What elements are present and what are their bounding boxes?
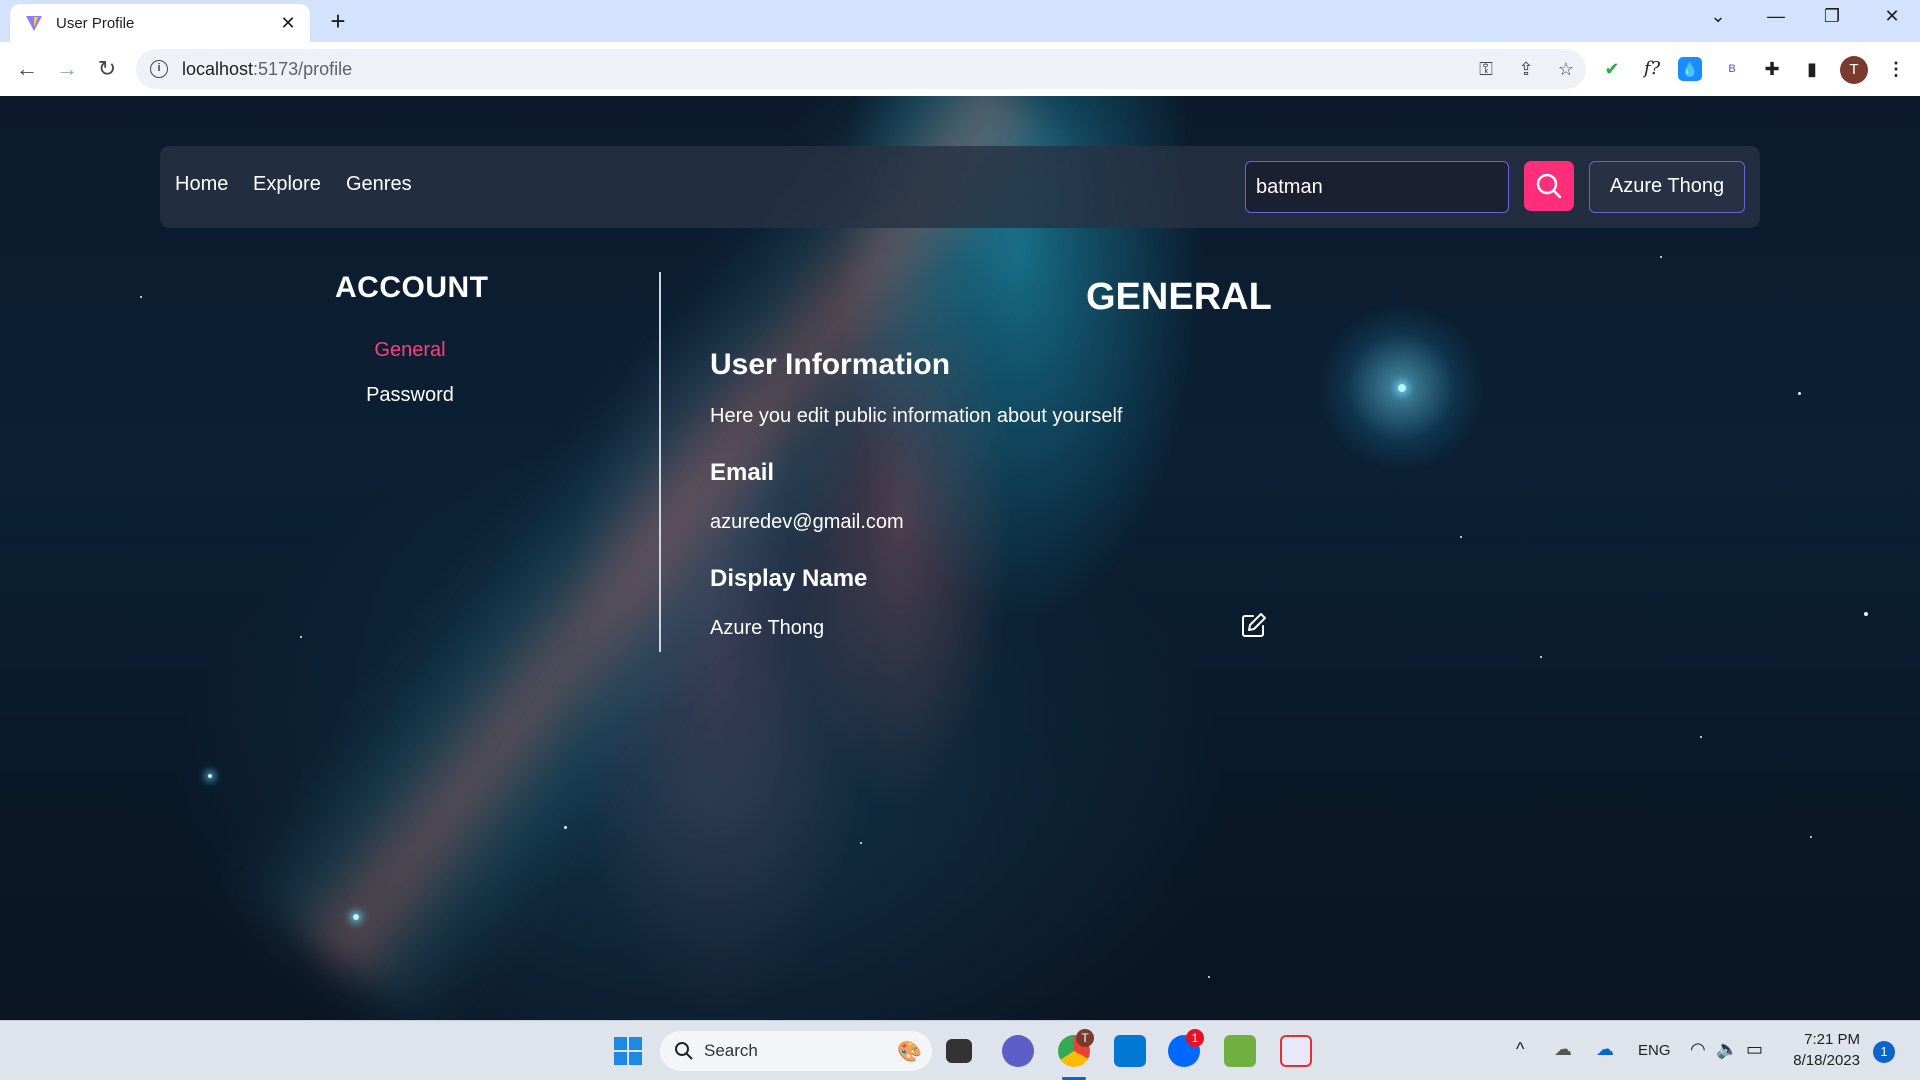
browser-toolbar: ← → ↻ i localhost:5173/profile ⚿ ⇪ ☆ ✔ f…: [0, 42, 1920, 96]
taskbar-search[interactable]: Search 🎨: [660, 1031, 932, 1071]
taskbar-search-label: Search: [704, 1041, 758, 1060]
show-hidden-icons-chevron-icon[interactable]: ^: [1516, 1039, 1524, 1060]
extensions-puzzle-icon[interactable]: ✚: [1758, 55, 1786, 83]
search-icon: [1536, 173, 1562, 199]
email-heading: Email: [710, 459, 775, 486]
star: [1398, 384, 1406, 392]
bookmark-star-icon[interactable]: ☆: [1546, 59, 1586, 80]
search-highlight-icon: 🎨: [897, 1040, 922, 1063]
share-icon[interactable]: ⇪: [1506, 59, 1546, 80]
star: [1540, 656, 1542, 658]
tab-search-icon[interactable]: ⌄: [1698, 6, 1738, 27]
site-navbar: Home Explore Genres Azure Thong: [160, 146, 1760, 228]
key-icon[interactable]: ⚿: [1466, 59, 1506, 80]
profile-avatar[interactable]: T: [1840, 56, 1868, 84]
close-window-button[interactable]: ✕: [1872, 6, 1912, 27]
star: [300, 636, 302, 638]
sidebar-item-general[interactable]: General: [310, 339, 510, 362]
user-menu-button[interactable]: Azure Thong: [1589, 161, 1745, 213]
zalo-notification-badge: 1: [1186, 1029, 1204, 1047]
display-name-value: Azure Thong: [710, 617, 825, 639]
sidebar-item-password[interactable]: Password: [310, 384, 510, 407]
star: [1660, 256, 1662, 258]
vscode-icon[interactable]: [1114, 1035, 1146, 1067]
extension-b-icon[interactable]: B: [1718, 55, 1746, 83]
url-host: localhost: [182, 58, 254, 79]
site-info-icon[interactable]: i: [150, 60, 168, 78]
star: [1208, 976, 1210, 978]
url-text[interactable]: localhost:5173/profile: [182, 59, 1466, 80]
new-tab-button[interactable]: +: [322, 6, 354, 37]
clock-date[interactable]: 8/18/2023: [1780, 1052, 1860, 1069]
forward-arrow-icon[interactable]: →: [53, 55, 81, 83]
star: [1810, 836, 1812, 838]
task-view-icon[interactable]: [946, 1039, 972, 1063]
back-arrow-icon[interactable]: ←: [13, 55, 41, 83]
clock-time[interactable]: 7:21 PM: [1790, 1031, 1860, 1048]
onedrive-business-icon[interactable]: ☁: [1596, 1039, 1614, 1060]
star: [1798, 392, 1801, 395]
nav-genres-link[interactable]: Genres: [346, 173, 412, 196]
restore-button[interactable]: ❐: [1812, 6, 1852, 27]
browser-tab-bar: User Profile ✕ + ⌄ — ❐ ✕: [0, 0, 1920, 42]
email-value: azuredev@gmail.com: [710, 511, 904, 533]
star: [208, 774, 212, 778]
page-title: GENERAL: [1086, 276, 1272, 318]
star: [1460, 536, 1462, 538]
close-tab-icon[interactable]: ✕: [276, 13, 300, 34]
minimize-button[interactable]: —: [1756, 6, 1796, 27]
star: [353, 914, 359, 920]
star: [1700, 736, 1702, 738]
user-info-heading: User Information: [710, 348, 951, 381]
nav-explore-link[interactable]: Explore: [253, 173, 321, 196]
search-icon: [675, 1042, 693, 1060]
notification-badge[interactable]: 1: [1873, 1041, 1895, 1063]
vite-logo-icon: [26, 16, 42, 31]
address-bar[interactable]: i localhost:5173/profile ⚿ ⇪ ☆: [136, 49, 1586, 89]
account-heading: ACCOUNT: [335, 271, 489, 304]
onedrive-personal-icon[interactable]: ☁: [1554, 1039, 1572, 1060]
notepad-plus-icon[interactable]: [1224, 1035, 1256, 1067]
battery-icon[interactable]: ▭: [1746, 1039, 1763, 1060]
windows-start-icon[interactable]: [612, 1035, 644, 1067]
language-indicator[interactable]: ENG: [1638, 1042, 1671, 1059]
star: [564, 826, 567, 829]
nav-home-link[interactable]: Home: [175, 173, 228, 196]
teams-chat-icon[interactable]: [1002, 1035, 1034, 1067]
star: [860, 842, 862, 844]
star: [1864, 612, 1868, 616]
chrome-profile-badge: T: [1076, 1029, 1094, 1047]
display-name-heading: Display Name: [710, 565, 868, 592]
tab-title: User Profile: [56, 14, 135, 32]
volume-icon[interactable]: 🔈: [1716, 1039, 1738, 1060]
user-info-description: Here you edit public information about y…: [710, 405, 1123, 427]
search-button[interactable]: [1524, 161, 1574, 211]
wifi-icon[interactable]: ◠: [1690, 1039, 1706, 1060]
reload-icon[interactable]: ↻: [93, 55, 121, 83]
galaxy-background: [228, 96, 1112, 1020]
more-menu-icon[interactable]: ⋮: [1882, 55, 1910, 83]
vertical-divider: [659, 272, 661, 652]
search-input[interactable]: [1245, 161, 1509, 213]
snipping-tool-icon[interactable]: [1280, 1035, 1312, 1067]
extension-drop-icon[interactable]: 💧: [1678, 57, 1702, 81]
browser-tab[interactable]: User Profile ✕: [10, 4, 310, 42]
url-path: :5173/profile: [253, 58, 353, 79]
extension-leaf-icon[interactable]: ✔: [1598, 55, 1626, 83]
side-panel-icon[interactable]: ▮: [1798, 55, 1826, 83]
extension-formula-icon[interactable]: f?: [1638, 55, 1666, 83]
edit-icon[interactable]: [1240, 611, 1268, 639]
page-viewport: Home Explore Genres Azure Thong ACCOUNT …: [0, 96, 1920, 1020]
windows-taskbar: Search 🎨 T 1 ^ ☁ ☁ ENG ◠ 🔈 ▭ 7:21 PM 8/1…: [0, 1020, 1920, 1080]
star: [140, 296, 142, 298]
